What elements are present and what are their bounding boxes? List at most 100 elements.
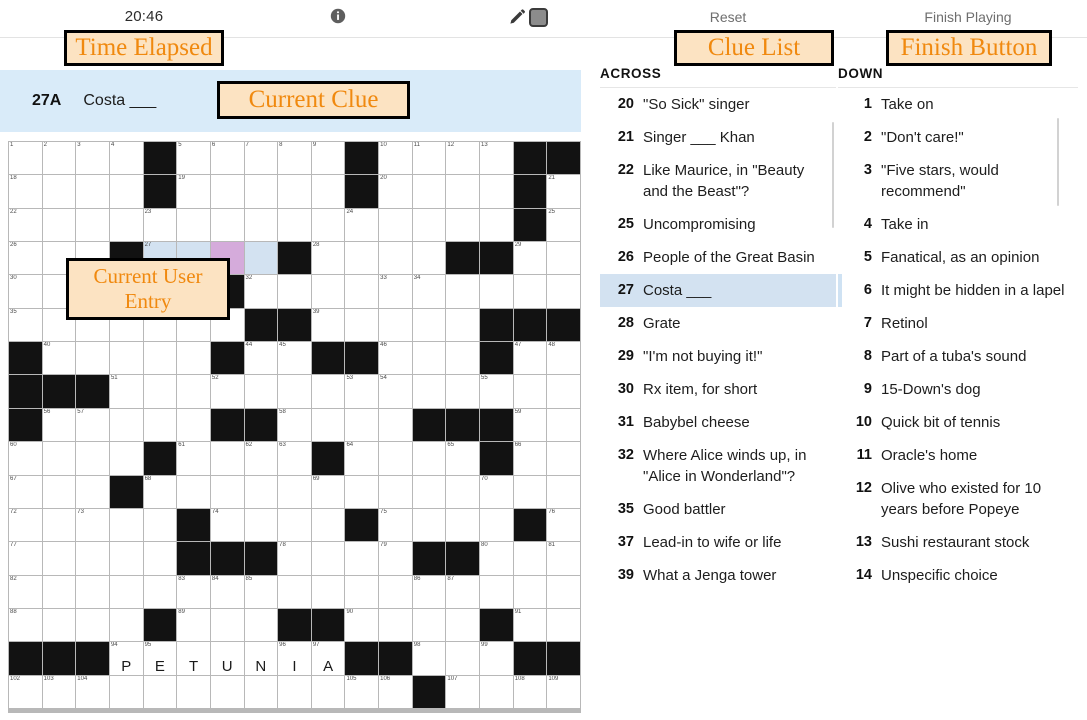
grid-cell[interactable]: 79 — [379, 542, 412, 575]
grid-cell[interactable] — [412, 608, 446, 642]
grid-cell[interactable] — [412, 508, 446, 542]
grid-cell[interactable] — [345, 308, 379, 342]
grid-cell[interactable]: 1 — [9, 142, 42, 175]
grid-cell[interactable] — [379, 208, 412, 242]
grid-cell[interactable] — [109, 608, 143, 642]
grid-cell[interactable] — [345, 475, 379, 508]
grid-cell[interactable] — [278, 675, 311, 708]
grid-cell[interactable] — [311, 508, 345, 542]
down-clue-4[interactable]: 4 Take in — [838, 208, 1078, 241]
grid-cell[interactable]: 63 — [278, 442, 311, 475]
grid-cell[interactable] — [76, 208, 109, 242]
grid-cell[interactable]: 28 — [311, 242, 345, 275]
grid-cell[interactable] — [143, 375, 177, 408]
grid-cell[interactable] — [76, 442, 109, 475]
across-clue-25[interactable]: 25 Uncompromising — [600, 208, 836, 241]
grid-cell[interactable]: 68 — [143, 475, 177, 508]
grid-cell[interactable] — [446, 175, 480, 208]
grid-cell[interactable]: 53 — [345, 375, 379, 408]
grid-cell[interactable] — [513, 275, 547, 308]
grid-cell[interactable] — [143, 508, 177, 542]
grid-cell[interactable] — [109, 175, 143, 208]
grid-cell[interactable] — [446, 275, 480, 308]
grid-cell[interactable] — [446, 375, 480, 408]
grid-cell[interactable] — [311, 275, 345, 308]
grid-cell[interactable]: 96 I — [278, 642, 311, 675]
down-clue-9[interactable]: 9 15-Down's dog — [838, 373, 1078, 406]
across-clue-22[interactable]: 22 Like Maurice, in "Beauty and the Beast… — [600, 154, 836, 208]
grid-cell[interactable] — [210, 442, 244, 475]
grid-cell[interactable] — [446, 508, 480, 542]
grid-cell[interactable] — [42, 542, 76, 575]
grid-cell[interactable] — [345, 242, 379, 275]
across-clue-37[interactable]: 37 Lead-in to wife or life — [600, 526, 836, 559]
grid-cell[interactable]: 18 — [9, 175, 42, 208]
grid-cell[interactable] — [278, 375, 311, 408]
grid-cell[interactable]: 5 — [177, 142, 210, 175]
grid-cell[interactable] — [109, 342, 143, 375]
grid-cell[interactable]: 109 — [547, 675, 580, 708]
grid-cell[interactable] — [513, 542, 547, 575]
grid-cell[interactable] — [513, 475, 547, 508]
grid-cell[interactable]: 69 — [311, 475, 345, 508]
grid-cell[interactable] — [244, 175, 278, 208]
grid-cell[interactable] — [244, 208, 278, 242]
grid-cell[interactable] — [311, 542, 345, 575]
grid-cell[interactable]: 83 — [177, 575, 210, 608]
grid-cell[interactable]: 59 — [513, 408, 547, 442]
grid-cell[interactable] — [177, 475, 210, 508]
grid-cell[interactable]: 40 — [42, 342, 76, 375]
across-clue-28[interactable]: 28 Grate — [600, 307, 836, 340]
grid-cell[interactable]: 105 — [345, 675, 379, 708]
grid-cell[interactable] — [446, 308, 480, 342]
grid-cell[interactable]: 58 — [278, 408, 311, 442]
grid-cell[interactable]: N — [244, 642, 278, 675]
grid-cell[interactable]: 25 — [547, 208, 580, 242]
grid-cell[interactable]: 70 — [480, 475, 513, 508]
grid-cell[interactable] — [76, 175, 109, 208]
grid-cell[interactable]: 61 — [177, 442, 210, 475]
grid-cell[interactable]: 85 — [244, 575, 278, 608]
grid-cell[interactable] — [109, 508, 143, 542]
grid-cell[interactable]: 26 — [9, 242, 42, 275]
grid-cell[interactable] — [412, 475, 446, 508]
across-clue-21[interactable]: 21 Singer ___ Khan — [600, 121, 836, 154]
grid-cell[interactable]: 24 — [345, 208, 379, 242]
grid-cell[interactable] — [143, 575, 177, 608]
grid-cell[interactable]: 2 — [42, 142, 76, 175]
grid-cell[interactable]: 78 — [278, 542, 311, 575]
grid-cell[interactable]: 30 — [9, 275, 42, 308]
grid-cell[interactable] — [42, 508, 76, 542]
grid-cell[interactable]: 8 — [278, 142, 311, 175]
grid-cell[interactable]: 86 — [412, 575, 446, 608]
grid-cell[interactable] — [412, 442, 446, 475]
grid-cell[interactable] — [244, 508, 278, 542]
grid-cell[interactable]: 98 — [412, 642, 446, 675]
down-scrollbar[interactable] — [1057, 118, 1059, 206]
grid-cell[interactable] — [42, 575, 76, 608]
grid-cell[interactable] — [177, 208, 210, 242]
across-clue-31[interactable]: 31 Babybel cheese — [600, 406, 836, 439]
down-clue-7[interactable]: 7 Retinol — [838, 307, 1078, 340]
across-clue-32[interactable]: 32 Where Alice winds up, in "Alice in Won… — [600, 439, 836, 493]
grid-cell[interactable]: 74 — [210, 508, 244, 542]
info-icon[interactable] — [330, 8, 346, 24]
grid-cell[interactable]: 39 — [311, 308, 345, 342]
grid-cell[interactable]: 13 — [480, 142, 513, 175]
grid-cell[interactable] — [244, 675, 278, 708]
pencil-icon[interactable] — [508, 8, 526, 26]
grid-cell[interactable]: 12 — [446, 142, 480, 175]
grid-cell[interactable]: 10 — [379, 142, 412, 175]
grid-cell[interactable] — [412, 242, 446, 275]
grid-cell[interactable] — [480, 508, 513, 542]
grid-cell[interactable] — [278, 575, 311, 608]
grid-cell[interactable] — [345, 275, 379, 308]
across-clue-29[interactable]: 29 "I'm not buying it!" — [600, 340, 836, 373]
grid-cell[interactable]: 80 — [480, 542, 513, 575]
grid-cell[interactable] — [311, 208, 345, 242]
grid-cell[interactable]: 77 — [9, 542, 42, 575]
down-clue-12[interactable]: 12 Olive who existed for 10 years before … — [838, 472, 1078, 526]
grid-cell[interactable]: 23 — [143, 208, 177, 242]
grid-cell[interactable] — [278, 275, 311, 308]
grid-cell[interactable] — [210, 675, 244, 708]
